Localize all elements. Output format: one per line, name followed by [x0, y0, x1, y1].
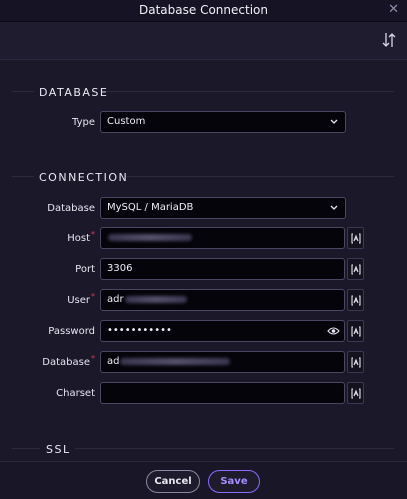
database-name-input[interactable]: ad — [100, 351, 345, 373]
user-input[interactable]: adr — [100, 289, 345, 311]
database-engine-label: Database — [47, 203, 95, 214]
database-engine-value: MySQL / MariaDB — [107, 202, 194, 213]
user-required-mark: * — [91, 292, 95, 301]
charset-label: Charset — [56, 388, 95, 399]
user-value: adr — [107, 294, 124, 305]
section-divider — [104, 91, 394, 92]
section-divider — [12, 448, 40, 449]
database-name-label-text: Database — [42, 357, 90, 368]
section-divider — [75, 448, 394, 449]
section-divider — [12, 176, 34, 177]
title-bar: Database Connection ✕ — [0, 0, 407, 22]
section-divider — [12, 91, 34, 92]
host-variable-button[interactable] — [347, 227, 364, 249]
sort-icon[interactable] — [381, 31, 397, 49]
section-title-database: DATABASE — [39, 86, 109, 99]
port-input[interactable]: 3306 — [100, 258, 345, 280]
chevron-down-icon — [330, 205, 338, 210]
host-input[interactable] — [100, 227, 345, 249]
variable-key-icon — [351, 233, 361, 244]
database-name-label: Database* — [5, 354, 95, 368]
database-engine-select[interactable]: MySQL / MariaDB — [100, 197, 346, 219]
variable-key-icon — [351, 295, 361, 306]
host-label: Host* — [5, 230, 95, 244]
variable-key-icon — [351, 264, 361, 275]
type-select[interactable]: Custom — [100, 111, 346, 133]
save-button[interactable]: Save — [208, 470, 260, 493]
redacted-user — [124, 295, 187, 303]
host-label-text: Host — [67, 233, 90, 244]
close-icon[interactable]: ✕ — [388, 2, 399, 18]
database-name-required-mark: * — [91, 354, 95, 363]
chevron-down-icon — [330, 119, 338, 124]
section-divider — [125, 176, 394, 177]
password-value: ••••••••••• — [107, 325, 172, 336]
section-title-connection: CONNECTION — [39, 171, 129, 184]
variable-key-icon — [351, 326, 361, 337]
variable-key-icon — [351, 388, 361, 399]
user-variable-button[interactable] — [347, 289, 364, 311]
database-name-value: ad — [107, 356, 120, 367]
window-title: Database Connection — [139, 3, 268, 17]
user-label: User* — [5, 292, 95, 306]
database-name-variable-button[interactable] — [347, 351, 364, 373]
host-required-mark: * — [91, 230, 95, 239]
password-input[interactable]: ••••••••••• — [100, 320, 345, 342]
footer: Cancel Save — [0, 461, 407, 499]
port-value: 3306 — [107, 263, 133, 274]
type-value: Custom — [107, 116, 146, 127]
charset-input[interactable] — [100, 382, 345, 404]
section-title-ssl: SSL — [46, 443, 71, 456]
port-variable-button[interactable] — [347, 258, 364, 280]
user-label-text: User — [67, 295, 90, 306]
form-content: DATABASE Type Custom CONNECTION Database… — [0, 61, 407, 461]
variable-key-icon — [351, 357, 361, 368]
port-label: Port — [75, 264, 95, 275]
password-variable-button[interactable] — [347, 320, 364, 342]
eye-icon[interactable] — [327, 326, 340, 336]
redacted-host — [108, 233, 192, 241]
password-label: Password — [48, 326, 95, 337]
toolbar — [0, 22, 407, 60]
type-label: Type — [72, 117, 95, 128]
charset-variable-button[interactable] — [347, 382, 364, 404]
redacted-database-name — [120, 357, 231, 365]
cancel-button[interactable]: Cancel — [146, 470, 200, 493]
